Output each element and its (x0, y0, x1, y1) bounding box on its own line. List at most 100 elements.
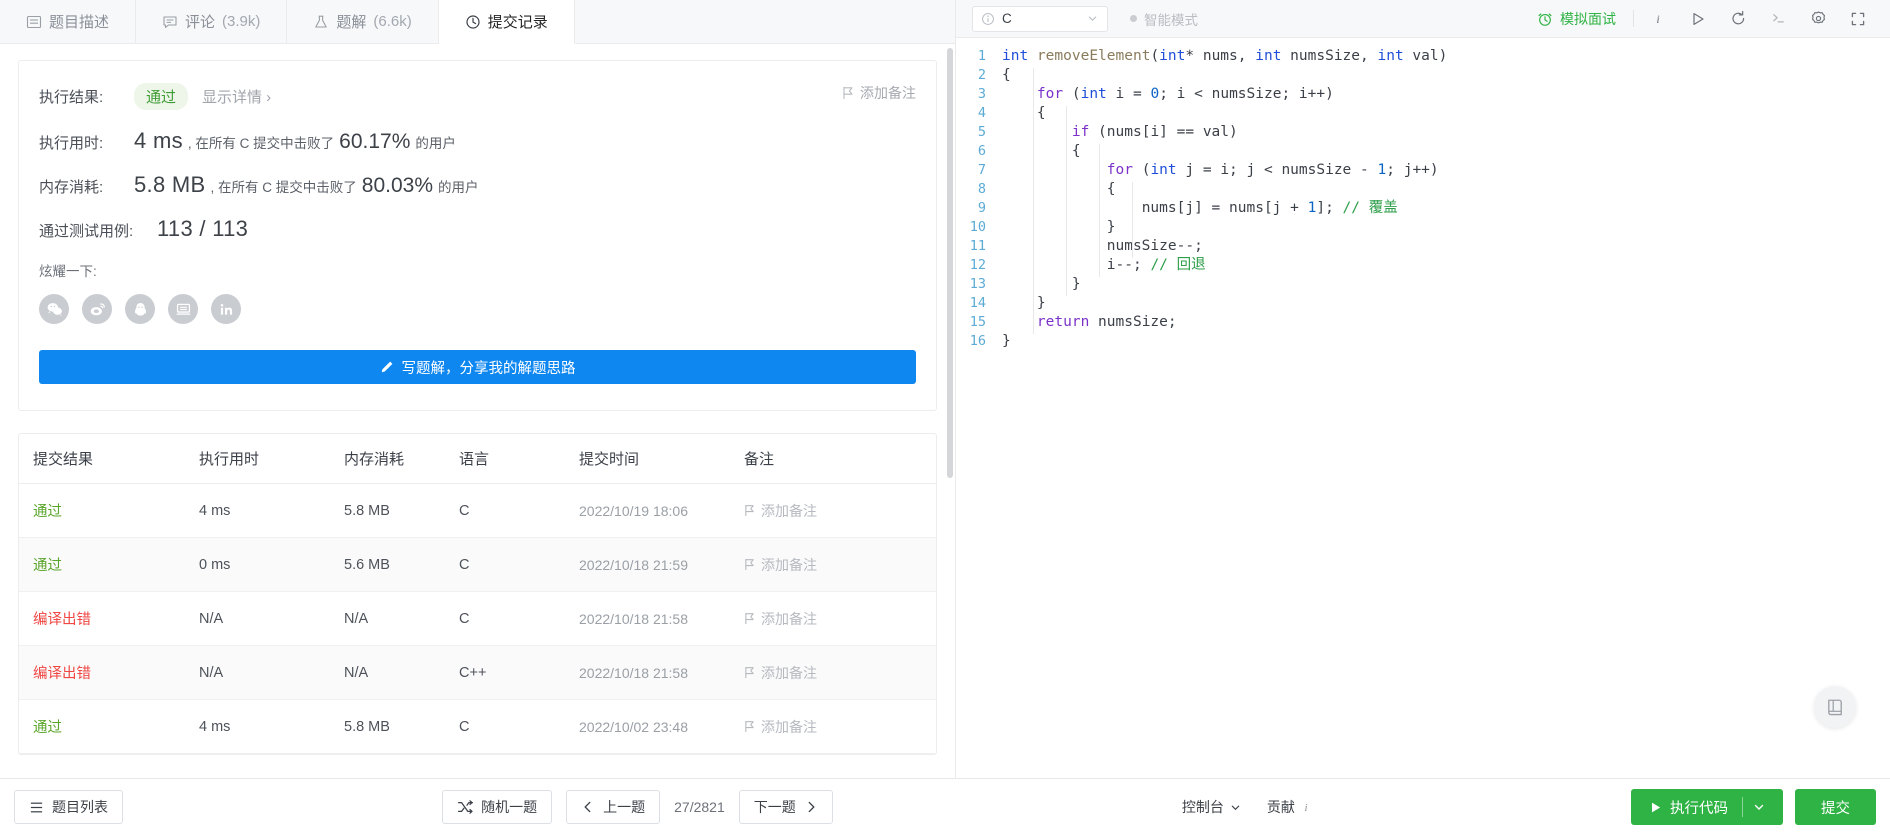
code-line: 9 nums[j] = nums[j + 1]; // 覆盖 (956, 199, 1890, 218)
table-row[interactable]: 通过 4 ms 5.8 MB C 2022/10/19 18:06 添加备注 (19, 484, 936, 538)
language-value: C (1002, 11, 1012, 26)
chevron-down-icon[interactable] (1753, 801, 1765, 813)
runtime-prefix: , 在所有 C 提交中击败了 (187, 136, 335, 151)
tab-description[interactable]: 题目描述 (0, 0, 137, 43)
code-text: for (int j = i; j < numsSize - 1; j++) (1106, 162, 1439, 178)
add-note-label: 添加备注 (860, 85, 916, 101)
tab-submissions[interactable]: 提交记录 (438, 0, 575, 44)
line-number: 9 (977, 200, 986, 216)
testcases-row: 通过测试用例: 113 / 113 (39, 216, 916, 242)
row-add-note[interactable]: 添加备注 (744, 717, 936, 737)
row-add-note[interactable]: 添加备注 (744, 663, 936, 683)
code-editor[interactable]: 1 int removeElement(int* nums, int numsSi… (956, 38, 1890, 778)
contribution-button[interactable]: 贡献 i (1267, 797, 1312, 817)
line-number: 15 (969, 314, 986, 330)
run-code-button[interactable]: 执行代码 (1630, 789, 1783, 825)
next-problem-label: 下一题 (753, 799, 796, 815)
code-line: 7 for (int j = i; j < numsSize - 1; j++) (956, 161, 1890, 180)
play-icon (1649, 801, 1662, 814)
tab-comments[interactable]: 评论 (3.9k) (136, 0, 288, 43)
line-number: 11 (969, 238, 986, 254)
table-row[interactable]: 通过 0 ms 5.6 MB C 2022/10/18 21:59 添加备注 (19, 538, 936, 592)
status-dot-icon (1130, 15, 1137, 22)
shuffle-icon (457, 799, 474, 815)
tabbar-filler (575, 0, 955, 43)
settings-icon[interactable] (1798, 4, 1838, 34)
memory-prefix: , 在所有 C 提交中击败了 (210, 180, 357, 195)
row-status[interactable]: 编译出错 (33, 666, 91, 682)
description-icon (26, 14, 42, 30)
info-icon: i (1300, 800, 1312, 814)
button-divider (1741, 797, 1743, 817)
row-time: 2022/10/18 21:58 (579, 664, 688, 681)
qzone-icon[interactable] (168, 294, 198, 324)
row-add-note[interactable]: 添加备注 (744, 609, 936, 629)
left-scrollbar[interactable] (947, 48, 953, 658)
show-detail-link[interactable]: 显示详情 › (202, 86, 271, 107)
clock-icon (465, 14, 481, 30)
list-icon (29, 800, 44, 815)
qq-icon[interactable] (125, 294, 155, 324)
notebook-icon[interactable] (1814, 686, 1856, 728)
tab-label: 评论 (185, 14, 216, 31)
code-line: 3 for (int i = 0; i < numsSize; i++) (956, 85, 1890, 104)
line-number: 8 (977, 181, 986, 197)
table-row[interactable]: 编译出错 N/A N/A C 2022/10/18 21:58 添加备注 (19, 592, 936, 646)
flag-icon (842, 86, 854, 100)
row-status[interactable]: 通过 (33, 720, 62, 736)
code-line: 11 numsSize--; (956, 237, 1890, 256)
code-text: { (1071, 143, 1081, 159)
row-status[interactable]: 通过 (33, 558, 62, 574)
comment-icon (162, 14, 178, 30)
code-text: if (nums[i] == val) (1071, 124, 1238, 140)
info-icon[interactable]: i (1638, 4, 1678, 34)
console-label: 控制台 (1181, 799, 1224, 815)
reset-icon[interactable] (1718, 4, 1758, 34)
row-memory: N/A (344, 664, 369, 681)
flag-icon (744, 504, 755, 517)
write-solution-label: 写题解，分享我的解题思路 (401, 360, 576, 377)
smart-mode-toggle[interactable]: 智能模式 (1130, 9, 1198, 29)
submit-button[interactable]: 提交 (1794, 789, 1876, 825)
random-problem-button[interactable]: 随机一题 (442, 790, 553, 824)
row-add-note[interactable]: 添加备注 (744, 501, 936, 521)
wechat-icon[interactable] (39, 294, 69, 324)
svg-text:i: i (1656, 12, 1659, 26)
row-status[interactable]: 通过 (33, 504, 62, 520)
console-button[interactable]: 控制台 (1182, 797, 1241, 817)
code-line: 13 } (956, 275, 1890, 294)
problem-list-button[interactable]: 题目列表 (14, 790, 123, 824)
left-scrollbar-thumb[interactable] (947, 48, 953, 478)
tab-solutions[interactable]: 题解 (6.6k) (287, 0, 439, 43)
table-row[interactable]: 编译出错 N/A N/A C++ 2022/10/18 21:58 添加备注 (19, 646, 936, 700)
code-line: 15 return numsSize; (956, 313, 1890, 332)
row-status[interactable]: 编译出错 (33, 612, 91, 628)
row-note-label: 添加备注 (761, 664, 817, 681)
flag-icon (744, 720, 755, 733)
code-line: 2{ (956, 66, 1890, 85)
prev-problem-label: 上一题 (603, 799, 646, 815)
tab-count: (6.6k) (373, 13, 412, 30)
row-language: C (459, 556, 470, 573)
play-icon[interactable] (1678, 4, 1718, 34)
linkedin-icon[interactable] (211, 294, 241, 324)
indent-guide (1066, 106, 1067, 296)
row-runtime: N/A (199, 664, 224, 681)
weibo-icon[interactable] (82, 294, 112, 324)
problem-list-label: 题目列表 (52, 799, 108, 815)
mock-interview-button[interactable]: 模拟面试 (1524, 9, 1629, 29)
write-solution-button[interactable]: 写题解，分享我的解题思路 (39, 350, 916, 384)
next-problem-button[interactable]: 下一题 (738, 790, 833, 824)
flask-icon (313, 14, 329, 30)
table-row[interactable]: 通过 4 ms 5.8 MB C 2022/10/02 23:48 添加备注 (19, 700, 936, 754)
prev-problem-button[interactable]: 上一题 (566, 790, 661, 824)
console-icon[interactable] (1758, 4, 1798, 34)
row-add-note[interactable]: 添加备注 (744, 555, 936, 575)
header-result: 提交结果 (33, 451, 94, 468)
memory-value: 5.8 MB (134, 172, 206, 197)
fullscreen-icon[interactable] (1838, 4, 1878, 34)
language-select[interactable]: C (972, 5, 1108, 32)
row-language: C (459, 610, 470, 627)
code-text: return numsSize; (1036, 314, 1177, 330)
add-note-button[interactable]: 添加备注 (842, 83, 916, 103)
